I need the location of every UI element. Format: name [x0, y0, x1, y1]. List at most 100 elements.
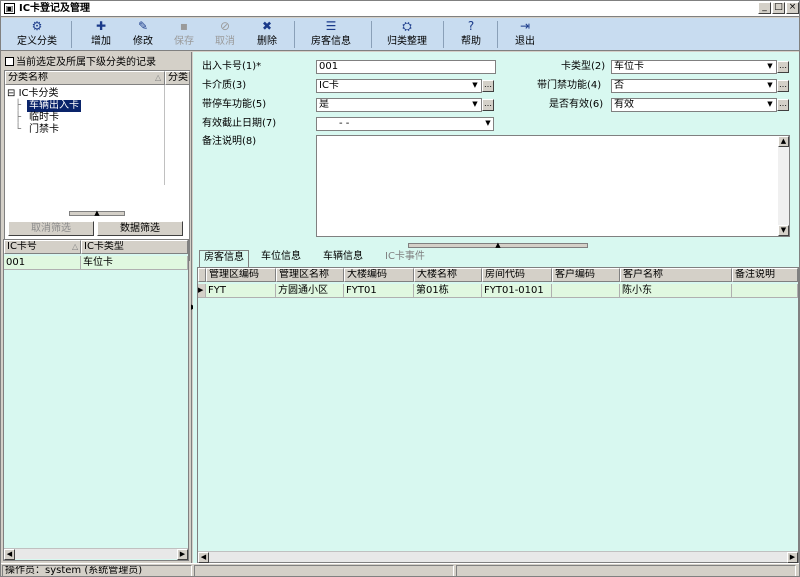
card-medium-select[interactable]: IC卡 [316, 79, 482, 93]
list-header-card-type[interactable]: IC卡类型 [81, 240, 188, 254]
expire-date-label: 有效截止日期(7) [202, 118, 277, 129]
valid-label: 是否有效(6) [549, 99, 604, 110]
tab-house-info[interactable]: 房客信息 [199, 250, 249, 267]
parking-func-more-button[interactable]: … [482, 99, 494, 111]
toolbar-separator [497, 21, 498, 48]
edit-button[interactable]: ✎ 修改 [125, 18, 161, 51]
scroll-down-button[interactable]: ▼ [778, 225, 789, 236]
cell-building-code[interactable]: FYT01 [344, 284, 414, 298]
cell-note[interactable] [732, 284, 798, 298]
tree-line: ├ [15, 100, 22, 111]
chevron-down-icon[interactable]: ▼ [765, 98, 775, 112]
tree-line: └ [15, 124, 22, 135]
chevron-down-icon[interactable]: ▼ [765, 60, 775, 74]
checkbox-box[interactable] [5, 57, 14, 66]
help-icon: ? [467, 19, 475, 33]
valid-select[interactable]: 有效 [611, 98, 777, 112]
scroll-right-button[interactable]: ▶ [177, 549, 188, 560]
tab-ic-events[interactable]: IC卡事件 [381, 250, 429, 266]
chevron-down-icon[interactable]: ▼ [470, 98, 480, 112]
cancel-filter-button[interactable]: 取消筛选 [8, 221, 94, 236]
scroll-right-button[interactable]: ▶ [787, 552, 798, 563]
status-pane-3 [456, 565, 796, 576]
cell-customer-name[interactable]: 陈小东 [620, 284, 732, 298]
maximize-button[interactable]: □ [772, 2, 785, 14]
cell-building-name[interactable]: 第01栋 [414, 284, 482, 298]
house-info-button[interactable]: ☰ 房客信息 [303, 18, 359, 51]
main-window: ▣ IC卡登记及管理 _ □ × ⚙ 定义分类 ✚ 增加 ✎ 修改 ▪ 保存 ⊘… [0, 0, 800, 577]
chevron-down-icon[interactable]: ▼ [483, 117, 493, 131]
right-splitter-handle[interactable]: ▲ [408, 242, 588, 249]
help-button[interactable]: ? 帮助 [455, 18, 487, 51]
left-splitter-handle[interactable]: ▲ [69, 210, 125, 217]
tree-header-col2[interactable]: 分类 [165, 71, 190, 85]
exit-button[interactable]: ⇥ 退出 [507, 18, 543, 51]
status-operator: 操作员：system (系统管理员) [2, 565, 192, 576]
list-icon: ☰ [325, 19, 337, 33]
status-bar: 操作员：system (系统管理员) [1, 563, 799, 576]
define-category-button[interactable]: ⚙ 定义分类 [9, 18, 65, 51]
cell-area-code[interactable]: FYT [206, 284, 276, 298]
card-medium-more-button[interactable]: … [482, 80, 494, 92]
note-textarea[interactable]: ▲ ▼ [316, 135, 790, 237]
list-cell-card-type[interactable]: 车位卡 [81, 256, 188, 270]
card-type-more-button[interactable]: … [777, 61, 789, 73]
list-hscrollbar[interactable]: ◀ ▶ [4, 548, 188, 560]
col-header-customer-name[interactable]: 客户名称 [620, 268, 732, 282]
tree-header-name[interactable]: 分类名称 [5, 71, 165, 85]
window-title: IC卡登记及管理 [19, 3, 91, 14]
cancel-button[interactable]: ⊘ 取消 [207, 18, 243, 51]
delete-button[interactable]: ✖ 删除 [249, 18, 285, 51]
door-func-more-button[interactable]: … [777, 80, 789, 92]
scroll-left-button[interactable]: ◀ [4, 549, 15, 560]
close-button[interactable]: × [786, 2, 799, 14]
note-label: 备注说明(8) [202, 136, 257, 147]
parking-func-select[interactable]: 是 [316, 98, 482, 112]
col-header-room-code[interactable]: 房间代码 [482, 268, 552, 282]
tree-node-vehicle-card[interactable]: 车辆出入卡 [27, 100, 81, 112]
scroll-left-button[interactable]: ◀ [198, 552, 209, 563]
expire-date-field[interactable]: - - [316, 117, 494, 131]
card-no-field[interactable]: 001 [316, 60, 496, 74]
tree-node-door-card[interactable]: 门禁卡 [29, 124, 59, 136]
card-no-label: 出入卡号(1)* [202, 61, 262, 72]
save-button[interactable]: ▪ 保存 [166, 18, 202, 51]
tree-node-temp-card[interactable]: 临时卡 [29, 112, 59, 124]
col-header-area-code[interactable]: 管理区编码 [206, 268, 276, 282]
chevron-down-icon[interactable]: ▼ [765, 79, 775, 93]
tab-parking-info[interactable]: 车位信息 [257, 250, 305, 266]
cell-area-name[interactable]: 方圆通小区 [276, 284, 344, 298]
tree-node-root[interactable]: ⊟ IC卡分类 [7, 88, 59, 100]
status-pane-2 [194, 565, 454, 576]
col-header-building-code[interactable]: 大楼编码 [344, 268, 414, 282]
note-vscrollbar[interactable]: ▲ ▼ [778, 136, 789, 236]
include-subcategory-checkbox[interactable]: 当前选定及所属下级分类的记录 [5, 57, 156, 69]
delete-icon: ✖ [261, 19, 273, 33]
data-filter-button[interactable]: 数据筛选 [97, 221, 183, 236]
toolbar-separator [294, 21, 295, 48]
cell-customer-code[interactable] [552, 284, 620, 298]
toolbar-separator [371, 21, 372, 48]
col-header-area-name[interactable]: 管理区名称 [276, 268, 344, 282]
category-icon: ⚙ [31, 19, 43, 33]
card-type-select[interactable]: 车位卡 [611, 60, 777, 74]
col-header-customer-code[interactable]: 客户编码 [552, 268, 620, 282]
left-panel: 当前选定及所属下级分类的记录 分类名称 △ 分类 ⊟ IC卡分类 ├ 车辆出入卡… [1, 52, 192, 563]
valid-more-button[interactable]: … [777, 99, 789, 111]
cell-room-code[interactable]: FYT01-0101 [482, 284, 552, 298]
minimize-button[interactable]: _ [758, 2, 771, 14]
scroll-up-button[interactable]: ▲ [778, 136, 789, 147]
door-func-select[interactable]: 否 [611, 79, 777, 93]
exit-icon: ⇥ [519, 19, 531, 33]
organize-button[interactable]: ⛭ 归类整理 [379, 18, 435, 51]
tab-vehicle-info[interactable]: 车辆信息 [319, 250, 367, 266]
chevron-down-icon[interactable]: ▼ [470, 79, 480, 93]
save-icon: ▪ [179, 19, 189, 33]
list-cell-card-no[interactable]: 001 [4, 256, 81, 270]
grid-hscrollbar[interactable]: ◀ ▶ [198, 551, 798, 563]
col-header-note[interactable]: 备注说明 [732, 268, 798, 282]
list-header-card-no[interactable]: IC卡号 [4, 240, 81, 254]
sort-triangle-icon: △ [155, 73, 162, 82]
add-button[interactable]: ✚ 增加 [83, 18, 119, 51]
col-header-building-name[interactable]: 大楼名称 [414, 268, 482, 282]
